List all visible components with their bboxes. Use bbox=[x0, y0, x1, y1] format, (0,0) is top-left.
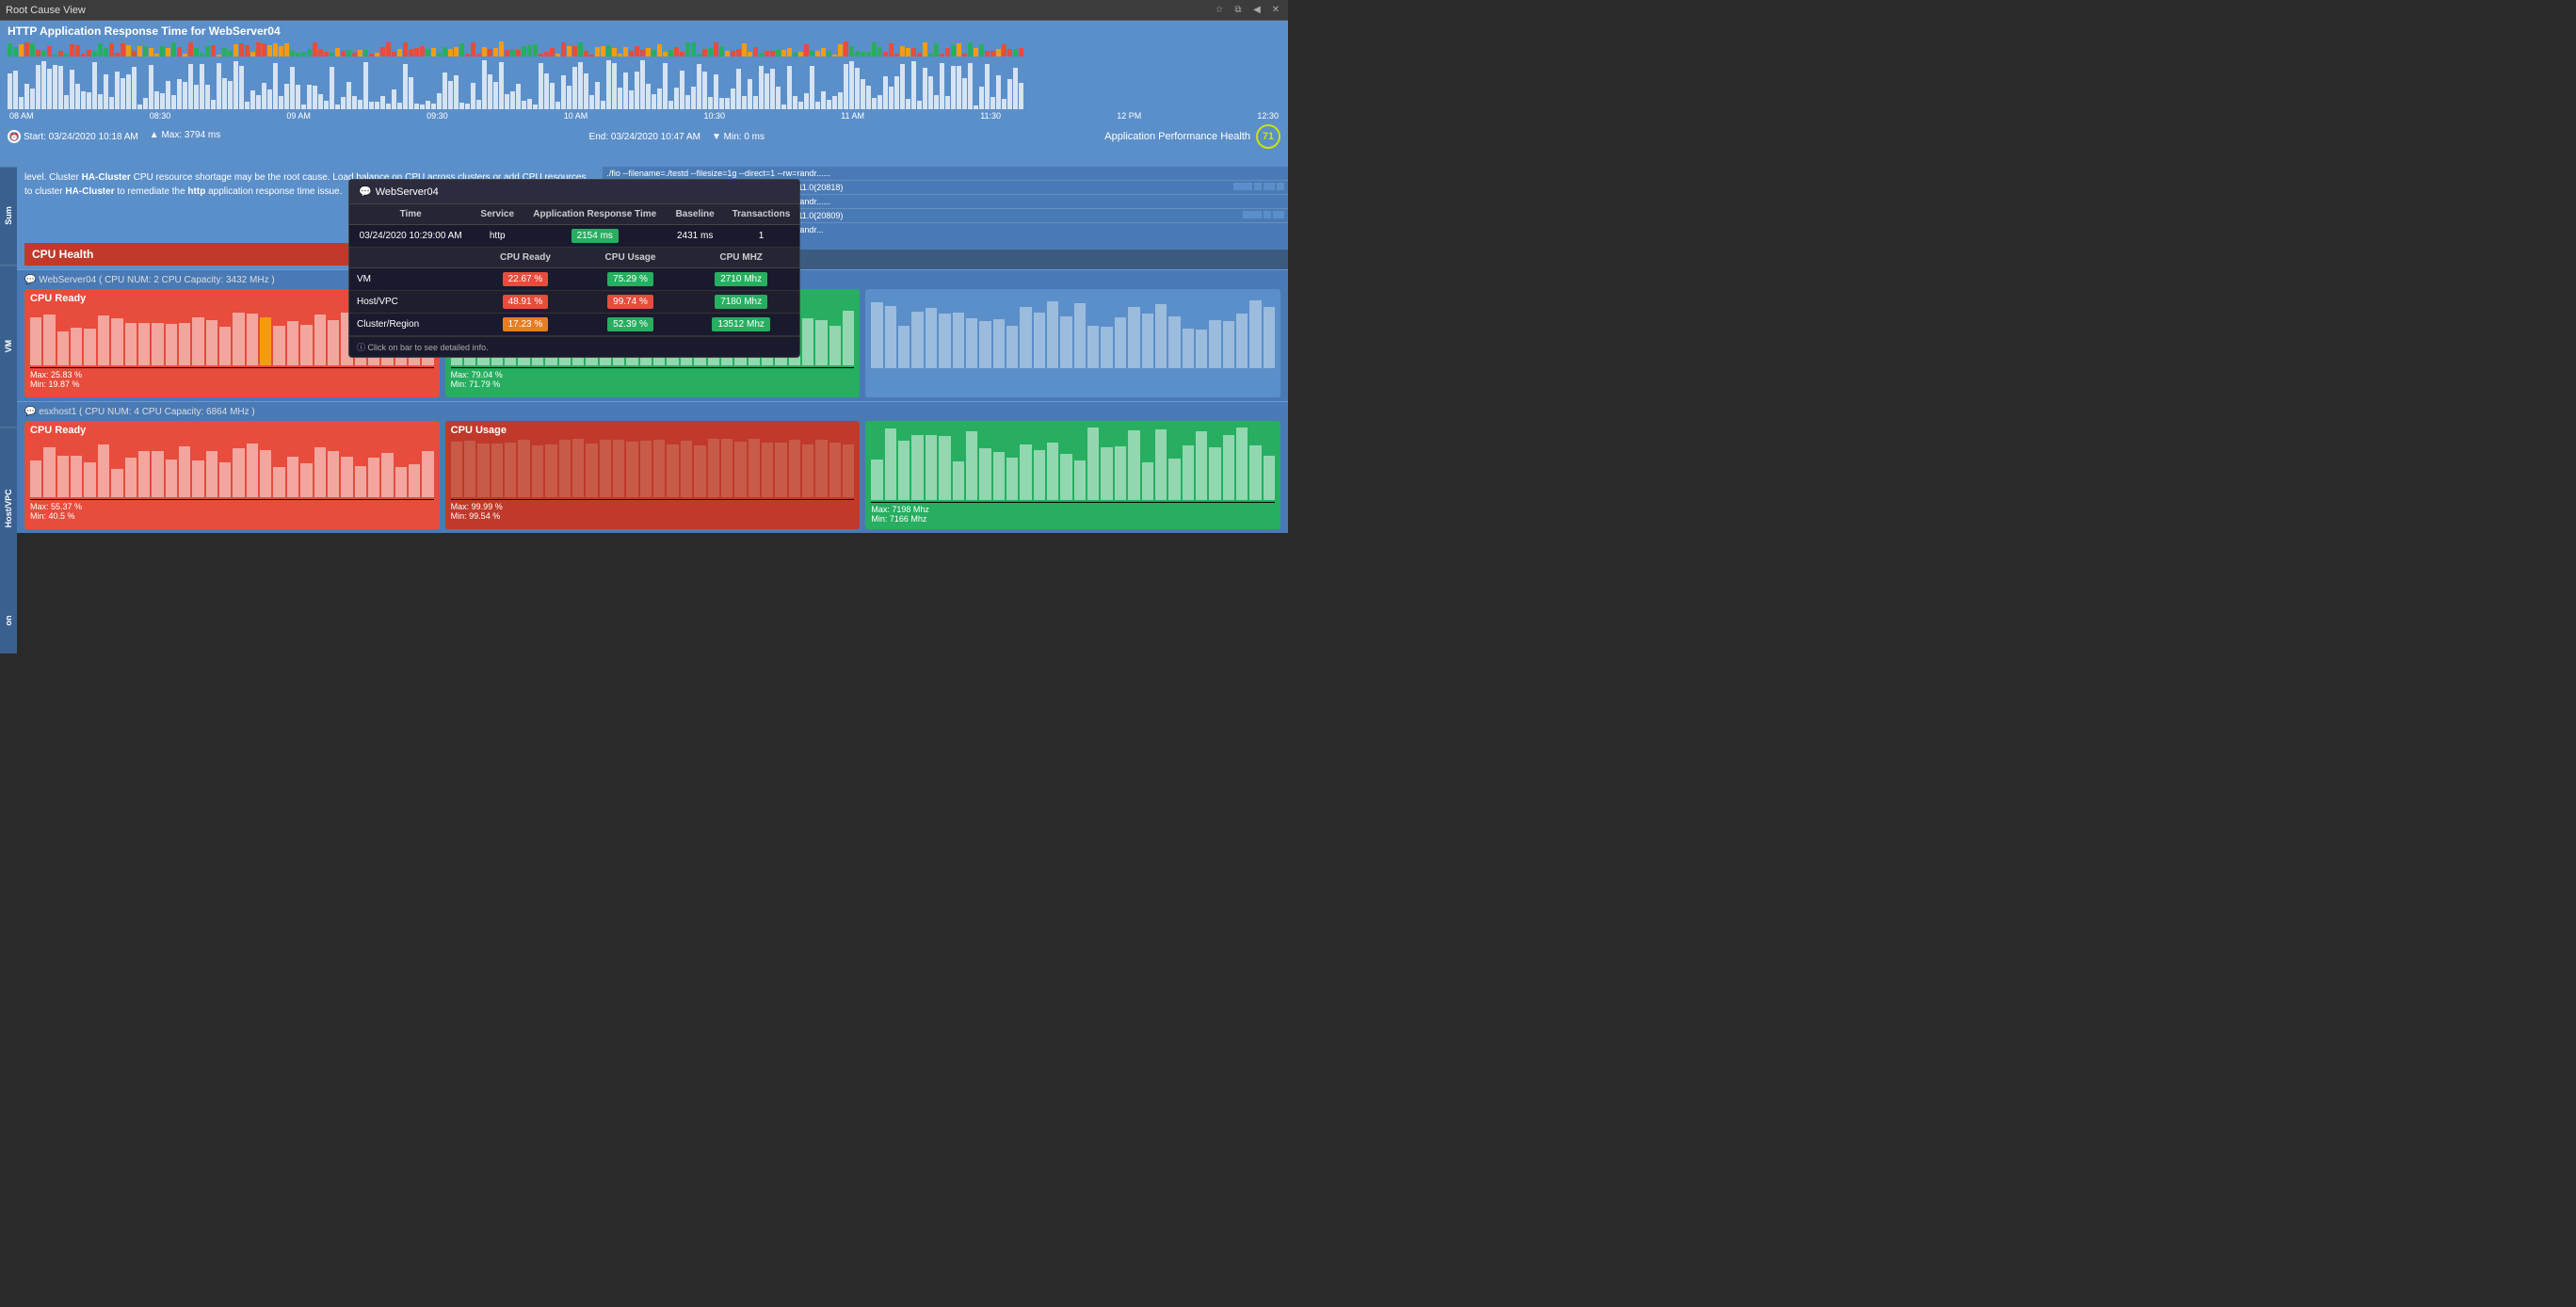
vm-mhz-chart bbox=[871, 293, 1275, 368]
vm-cpu-mhz-box bbox=[865, 289, 1280, 397]
max-val: Max: 3794 ms bbox=[161, 130, 220, 140]
summary-right: ./fio --filename=./testd --filesize=1g -… bbox=[603, 167, 1288, 269]
host-cpu-usage-label: CPU Usage bbox=[451, 425, 855, 436]
vm-section-header: 💬 WebServer04 ( CPU NUM: 2 CPU Capacity:… bbox=[24, 273, 1280, 287]
tab-helpful-links[interactable]: Helpful Links bbox=[661, 252, 733, 266]
sidebar-on: on bbox=[0, 589, 17, 654]
time-label-1: 08:30 bbox=[150, 111, 171, 121]
time-label-2: 09 AM bbox=[286, 111, 311, 121]
time-label-9: 12:30 bbox=[1257, 111, 1279, 121]
hostvpc-section: 💬 esxhost1 ( CPU NUM: 4 CPU Capacity: 68… bbox=[17, 402, 1288, 533]
host-cpu-usage-max: Max: 99.99 % bbox=[451, 502, 855, 511]
vm-cpu-ready-box: CPU Ready Max: 25.83 % Min: 19.87 % bbox=[24, 289, 440, 397]
chart-title: HTTP Application Response Time for WebSe… bbox=[8, 24, 1280, 38]
top-chart: HTTP Application Response Time for WebSe… bbox=[0, 21, 1288, 167]
host-usage-chart bbox=[451, 439, 855, 497]
end-time: End: 03/24/2020 10:47 AM bbox=[589, 132, 700, 142]
process-row-4: 50.0 --group_reporting --name=read4k --t… bbox=[603, 209, 1288, 223]
vm-cpu-ready-max: Max: 25.83 % bbox=[30, 370, 434, 379]
host-cpu-usage-min: Min: 99.54 % bbox=[451, 511, 855, 521]
time-label-8: 12 PM bbox=[1117, 111, 1141, 121]
vm-section: 💬 WebServer04 ( CPU NUM: 2 CPU Capacity:… bbox=[17, 270, 1288, 402]
time-label-0: 08 AM bbox=[9, 111, 34, 121]
host-cpu-ready-box: CPU Ready Max: 55.37 % Min: 40.5 % bbox=[24, 421, 440, 529]
content-area: level. Cluster HA-Cluster CPU resource s… bbox=[17, 167, 1288, 654]
vm-cpu-ready-label: CPU Ready bbox=[30, 293, 434, 304]
time-label-4: 10 AM bbox=[564, 111, 588, 121]
main-content: Sum VM Host/VPC on level. Cluster HA-Clu… bbox=[0, 167, 1288, 654]
close-button[interactable]: ✕ bbox=[1269, 4, 1282, 17]
vm-cpu-usage-max: Max: 79.04 % bbox=[451, 370, 855, 379]
hostvpc-metrics-row: CPU Ready Max: 55.37 % Min: 40.5 % CPU U… bbox=[24, 421, 1280, 529]
process-row-5: ./fio --filename= /testd --filesize=1g -… bbox=[603, 223, 1288, 236]
time-label-5: 10:30 bbox=[703, 111, 725, 121]
vm-cpu-ready-min: Min: 19.87 % bbox=[30, 379, 434, 389]
summary-section: level. Cluster HA-Cluster CPU resource s… bbox=[17, 167, 1288, 270]
process-row-2: 50.0 --group_reporting --name=read4k --t… bbox=[603, 181, 1288, 195]
host-cpu-mhz-max: Max: 7198 Mhz bbox=[871, 505, 1275, 514]
sidebar-hostvpc: Host/VPC bbox=[0, 427, 17, 589]
min-val: Min: 0 ms bbox=[724, 132, 765, 142]
host-cpu-ready-min: Min: 40.5 % bbox=[30, 511, 434, 521]
time-label-7: 11:30 bbox=[980, 111, 1001, 121]
vm-ready-chart bbox=[30, 307, 434, 365]
start-time: Start: 03/24/2020 10:18 AM bbox=[24, 132, 138, 142]
time-label-6: 11 AM bbox=[841, 111, 864, 121]
title-bar: Root Cause View ☆ ⧉ ◀ ✕ bbox=[0, 0, 1288, 21]
page-button[interactable]: ⧉ bbox=[1232, 4, 1245, 17]
sidebar-vm: VM bbox=[0, 265, 17, 427]
process-list: ./fio --filename=./testd --filesize=1g -… bbox=[603, 167, 1288, 250]
title-text: Root Cause View bbox=[6, 5, 86, 16]
vm-cpu-usage-min: Min: 71.79 % bbox=[451, 379, 855, 389]
host-cpu-usage-box: CPU Usage Max: 99.99 % Min: 99.54 % bbox=[445, 421, 861, 529]
vm-cpu-usage-label: CPU Usage bbox=[451, 293, 855, 304]
host-cpu-mhz-min: Min: 7166 Mhz bbox=[871, 514, 1275, 524]
host-mhz-chart bbox=[871, 425, 1275, 500]
star-button[interactable]: ☆ bbox=[1213, 4, 1226, 17]
host-cpu-ready-max: Max: 55.37 % bbox=[30, 502, 434, 511]
sidebar-labels: Sum VM Host/VPC on bbox=[0, 167, 17, 654]
sidebar-sum: Sum bbox=[0, 167, 17, 265]
vm-cpu-usage-box: CPU Usage Max: 79.04 % Min: 71.79 % bbox=[445, 289, 861, 397]
process-tabs: Process Helpful Links bbox=[603, 250, 1288, 269]
summary-text: level. Cluster HA-Cluster CPU resource s… bbox=[24, 170, 595, 199]
process-row-3: ./fio --filename=./testd --filesize=1g -… bbox=[603, 195, 1288, 209]
vm-metrics-row: CPU Ready Max: 25.83 % Min: 19.87 % CPU … bbox=[24, 289, 1280, 397]
time-label-3: 09:30 bbox=[427, 111, 448, 121]
hostvpc-section-header: 💬 esxhost1 ( CPU NUM: 4 CPU Capacity: 68… bbox=[24, 405, 1280, 419]
health-badge: 71 bbox=[1256, 124, 1280, 149]
health-label: Application Performance Health bbox=[1104, 131, 1250, 142]
tab-process[interactable]: Process bbox=[606, 252, 659, 266]
cpu-health-label: CPU Health bbox=[24, 243, 595, 266]
back-button[interactable]: ◀ bbox=[1250, 4, 1264, 17]
host-ready-chart bbox=[30, 439, 434, 497]
host-cpu-ready-label: CPU Ready bbox=[30, 425, 434, 436]
summary-left: level. Cluster HA-Cluster CPU resource s… bbox=[17, 167, 603, 269]
process-row-1: ./fio --filename=./testd --filesize=1g -… bbox=[603, 167, 1288, 181]
host-cpu-mhz-box: Max: 7198 Mhz Min: 7166 Mhz bbox=[865, 421, 1280, 529]
vm-usage-chart bbox=[451, 307, 855, 365]
